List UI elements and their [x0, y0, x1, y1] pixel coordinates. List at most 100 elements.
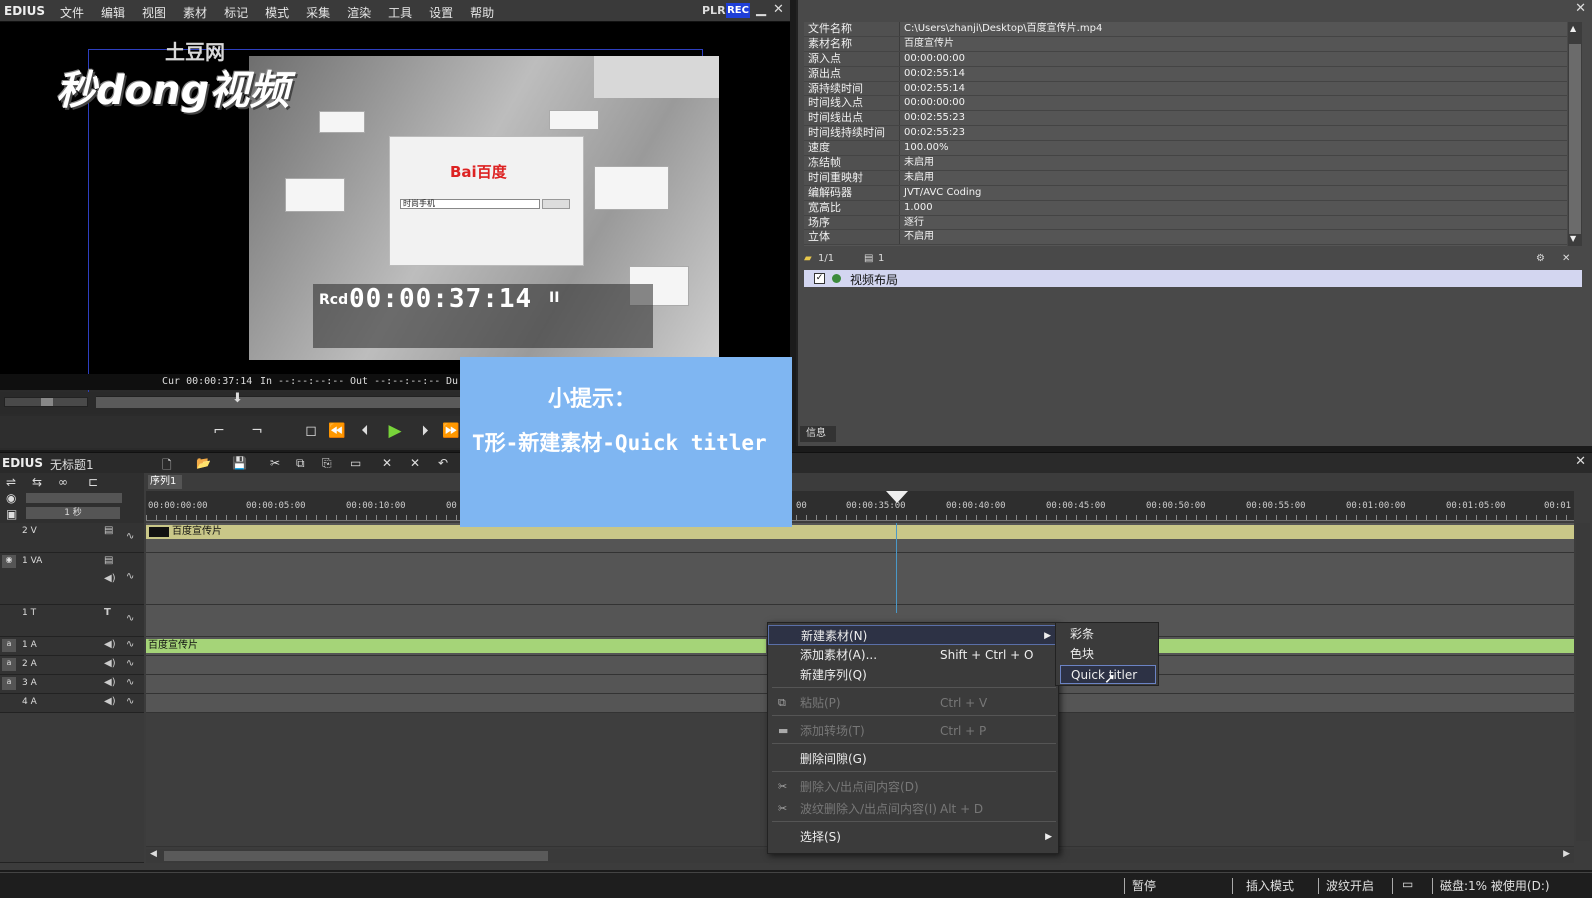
property-row[interactable]: 素材名称 百度宣传片 [804, 36, 1567, 52]
delete-icon[interactable]: ✕ [382, 456, 392, 470]
property-row[interactable]: 源入点 00:00:00:00 [804, 51, 1567, 67]
paste-icon[interactable]: ⎘ [322, 456, 332, 471]
track-audio-icon[interactable]: ◀) [104, 677, 116, 688]
scroll-down-icon[interactable]: ▼ [1570, 234, 1576, 243]
property-row[interactable]: 场序 逐行 [804, 215, 1567, 231]
track-mixer-icon[interactable]: ∿ [126, 696, 134, 707]
sync-icon[interactable]: ⇆ [32, 475, 42, 489]
plr-toggle[interactable]: PLR [702, 4, 726, 17]
menu-view[interactable]: 视图 [142, 4, 166, 21]
menu-marker[interactable]: 标记 [224, 4, 248, 21]
track-mixer-icon[interactable]: ∿ [126, 571, 134, 582]
eye-icon[interactable]: ◉ [6, 491, 16, 505]
submenu-color-matte[interactable]: 色块 [1060, 645, 1156, 664]
track-mixer-icon[interactable]: ∿ [126, 531, 134, 542]
menu-settings[interactable]: 设置 [429, 4, 453, 21]
property-row[interactable]: 宽高比 1.000 [804, 200, 1567, 216]
property-row[interactable]: 时间线入点 00:00:00:00 [804, 96, 1567, 112]
ripple-delete-icon[interactable]: ✕ [410, 456, 420, 470]
zoom-slider[interactable] [26, 493, 122, 503]
track-header-1t[interactable]: 1 T T ∿ [0, 605, 144, 637]
lock-icon[interactable]: ▣ [6, 507, 17, 521]
property-row[interactable]: 速度 100.00% [804, 141, 1567, 157]
scroll-left-icon[interactable]: ◀ [150, 849, 157, 859]
scroll-up-icon[interactable]: ▲ [1570, 24, 1576, 33]
remove-effect-icon[interactable]: ✕ [1562, 253, 1570, 264]
step-forward-icon[interactable]: ⏵ [414, 420, 436, 442]
menu-item-add-clip[interactable]: 添加素材(A)... Shift + Ctrl + O [768, 645, 1060, 665]
property-row[interactable]: 源持续时间 00:02:55:14 [804, 81, 1567, 97]
effect-row-video-layout[interactable]: ✓ 视频布局 [804, 270, 1582, 287]
track-video-icon[interactable]: ▤ [104, 555, 113, 566]
cut-icon[interactable]: ✂ [270, 456, 280, 470]
audio-clip[interactable]: 百度宣传片 [146, 639, 766, 653]
track-header-1a[interactable]: a 1 A ◀) ∿ [0, 637, 144, 656]
sequence-tab[interactable]: 序列1 [148, 475, 182, 489]
track-link-icon[interactable]: a [2, 658, 16, 671]
menu-item-new-clip[interactable]: 新建素材(N) ▶ [768, 625, 1060, 645]
menu-help[interactable]: 帮助 [470, 4, 494, 21]
property-row[interactable]: 时间线出点 00:02:55:23 [804, 111, 1567, 127]
settings-icon[interactable]: ⚙ [1536, 253, 1545, 264]
property-row[interactable]: 编解码器 JVT/AVC Coding [804, 185, 1567, 201]
property-row[interactable]: 冻结帧 未启用 [804, 156, 1567, 171]
status-ripple[interactable]: 波纹开启 [1326, 877, 1374, 894]
track-video-icon[interactable]: ▤ [104, 525, 113, 536]
track-mixer-icon[interactable]: ∿ [126, 677, 134, 688]
track-header-1va[interactable]: ◉ 1 VA ▤ ◀) ∿ [0, 553, 144, 605]
time-ruler[interactable]: 00:00:00:00 00:00:05:00 00:00:10:00 00 0… [146, 491, 1574, 521]
track-lane-1va[interactable] [146, 553, 1574, 605]
track-audio-icon[interactable]: ◀) [104, 639, 116, 650]
submenu-color-bars[interactable]: 彩条 [1060, 625, 1156, 644]
title-track-icon[interactable]: T [104, 607, 111, 618]
open-project-icon[interactable]: 📂 [196, 456, 211, 470]
copy-icon[interactable]: ⧉ [296, 456, 305, 471]
property-row[interactable]: 文件名称 C:\Users\zhanji\Desktop\百度宣传片.mp4 [804, 22, 1567, 37]
scale-unit[interactable]: 1 秒 [26, 507, 120, 519]
track-mode-icon[interactable]: ⇌ [6, 475, 16, 489]
group-icon[interactable]: ⊏ [88, 475, 98, 489]
track-header-2a[interactable]: a 2 A ◀) ∿ [0, 656, 144, 675]
track-header-2v[interactable]: 2 V ▤ ∿ [0, 523, 144, 553]
track-mixer-icon[interactable]: ∿ [126, 613, 134, 624]
playhead-marker[interactable] [886, 491, 908, 503]
track-header-3a[interactable]: a 3 A ◀) ∿ [0, 675, 144, 694]
property-row[interactable]: 时间重映射 未启用 [804, 170, 1567, 186]
effect-checkbox[interactable]: ✓ [814, 273, 825, 284]
menu-render[interactable]: 渲染 [347, 4, 371, 21]
scroll-thumb[interactable] [1569, 44, 1581, 234]
track-lane-2v[interactable]: 百度宣传片 [146, 523, 1574, 553]
rewind-icon[interactable]: ⏪ [326, 420, 348, 442]
position-knob-icon[interactable]: ⬇ [232, 391, 243, 406]
timeline-vertical-scrollbar[interactable] [1576, 523, 1590, 841]
monitor-icon[interactable]: ▭ [1402, 877, 1413, 891]
audio-clip-continuation[interactable] [1146, 639, 1574, 653]
timeline-close-icon[interactable]: ✕ [1575, 454, 1586, 469]
undo-icon[interactable]: ↶ [438, 456, 448, 470]
set-in-icon[interactable]: ⌐ [208, 420, 230, 442]
close-icon[interactable]: ✕ [773, 2, 784, 17]
menu-edit[interactable]: 编辑 [101, 4, 125, 21]
link-icon[interactable]: ∞ [58, 475, 68, 489]
track-link-icon[interactable]: a [2, 639, 16, 652]
status-insert-mode[interactable]: 插入模式 [1246, 877, 1294, 894]
info-close-icon[interactable]: ✕ [1575, 1, 1586, 16]
track-mixer-icon[interactable]: ∿ [126, 639, 134, 650]
property-row[interactable]: 立体 不启用 [804, 230, 1567, 246]
play-icon[interactable]: ▶ [384, 420, 406, 442]
property-row[interactable]: 时间线持续时间 00:02:55:23 [804, 126, 1567, 142]
menu-clip[interactable]: 素材 [183, 4, 207, 21]
menu-file[interactable]: 文件 [60, 4, 84, 21]
minimize-icon[interactable]: ▁ [756, 2, 766, 17]
menu-item-select[interactable]: 选择(S) ▶ [768, 827, 1060, 847]
shuttle-thumb[interactable] [41, 398, 53, 406]
track-link-icon[interactable]: ◉ [2, 555, 16, 568]
menu-item-delete-gap[interactable]: 删除间隙(G) [768, 749, 1060, 769]
menu-mode[interactable]: 模式 [265, 4, 289, 21]
video-clip[interactable]: 百度宣传片 [146, 525, 1574, 539]
track-link-icon[interactable]: a [2, 677, 16, 690]
new-project-icon[interactable]: 🗋 [162, 456, 172, 477]
fast-forward-icon[interactable]: ⏩ [440, 420, 462, 442]
menu-capture[interactable]: 采集 [306, 4, 330, 21]
shuttle-slider[interactable] [4, 397, 88, 407]
